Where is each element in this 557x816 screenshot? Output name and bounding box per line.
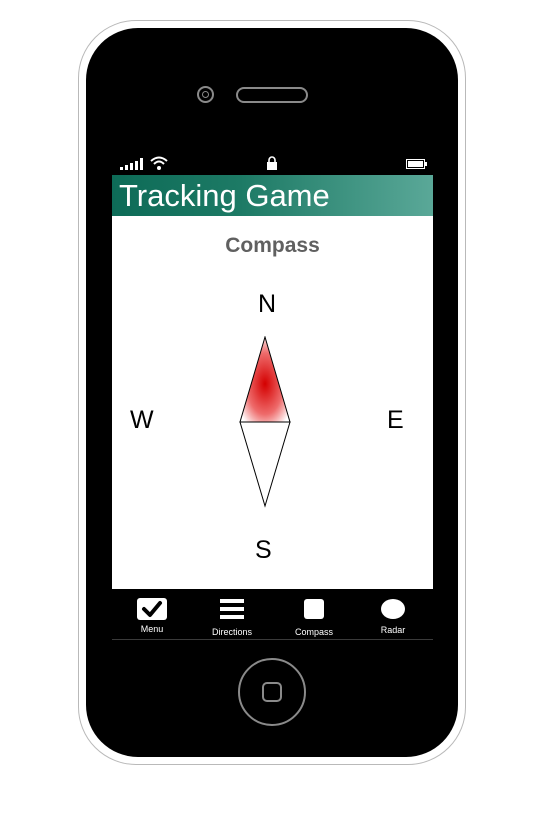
compass-south-label: S bbox=[255, 536, 272, 564]
compass-view: Compass N W E S bbox=[112, 216, 433, 589]
screen: Tracking Game Compass N W E S Menu Direc… bbox=[112, 152, 433, 640]
circle-icon bbox=[381, 599, 405, 619]
speaker-grille bbox=[236, 87, 308, 103]
home-button[interactable] bbox=[238, 658, 306, 726]
tab-compass[interactable]: Compass bbox=[274, 589, 354, 639]
title-bar: Tracking Game bbox=[112, 175, 433, 216]
tab-radar[interactable]: Radar bbox=[353, 589, 433, 639]
tab-radar-label: Radar bbox=[380, 625, 406, 635]
tab-directions[interactable]: Directions bbox=[192, 589, 272, 639]
compass-east-label: E bbox=[387, 406, 404, 434]
tab-menu-label: Menu bbox=[140, 624, 164, 634]
square-icon bbox=[304, 599, 324, 619]
signal-icon bbox=[120, 158, 143, 170]
tab-bar: Menu Directions Compass Radar bbox=[112, 589, 433, 640]
battery-icon bbox=[406, 159, 427, 169]
tab-menu[interactable]: Menu bbox=[112, 589, 192, 639]
compass-north-label: N bbox=[258, 290, 277, 318]
wifi-icon bbox=[150, 156, 168, 170]
tab-compass-label: Compass bbox=[294, 627, 333, 637]
app-title: Tracking Game bbox=[119, 178, 330, 213]
page-title: Compass bbox=[225, 234, 320, 257]
list-icon bbox=[220, 599, 244, 619]
camera-icon bbox=[197, 86, 214, 103]
compass-west-label: W bbox=[130, 406, 154, 434]
status-bar bbox=[112, 152, 433, 175]
compass-needle bbox=[239, 336, 291, 508]
lock-icon bbox=[267, 156, 277, 170]
tab-directions-label: Directions bbox=[211, 627, 252, 637]
check-icon bbox=[137, 598, 167, 620]
